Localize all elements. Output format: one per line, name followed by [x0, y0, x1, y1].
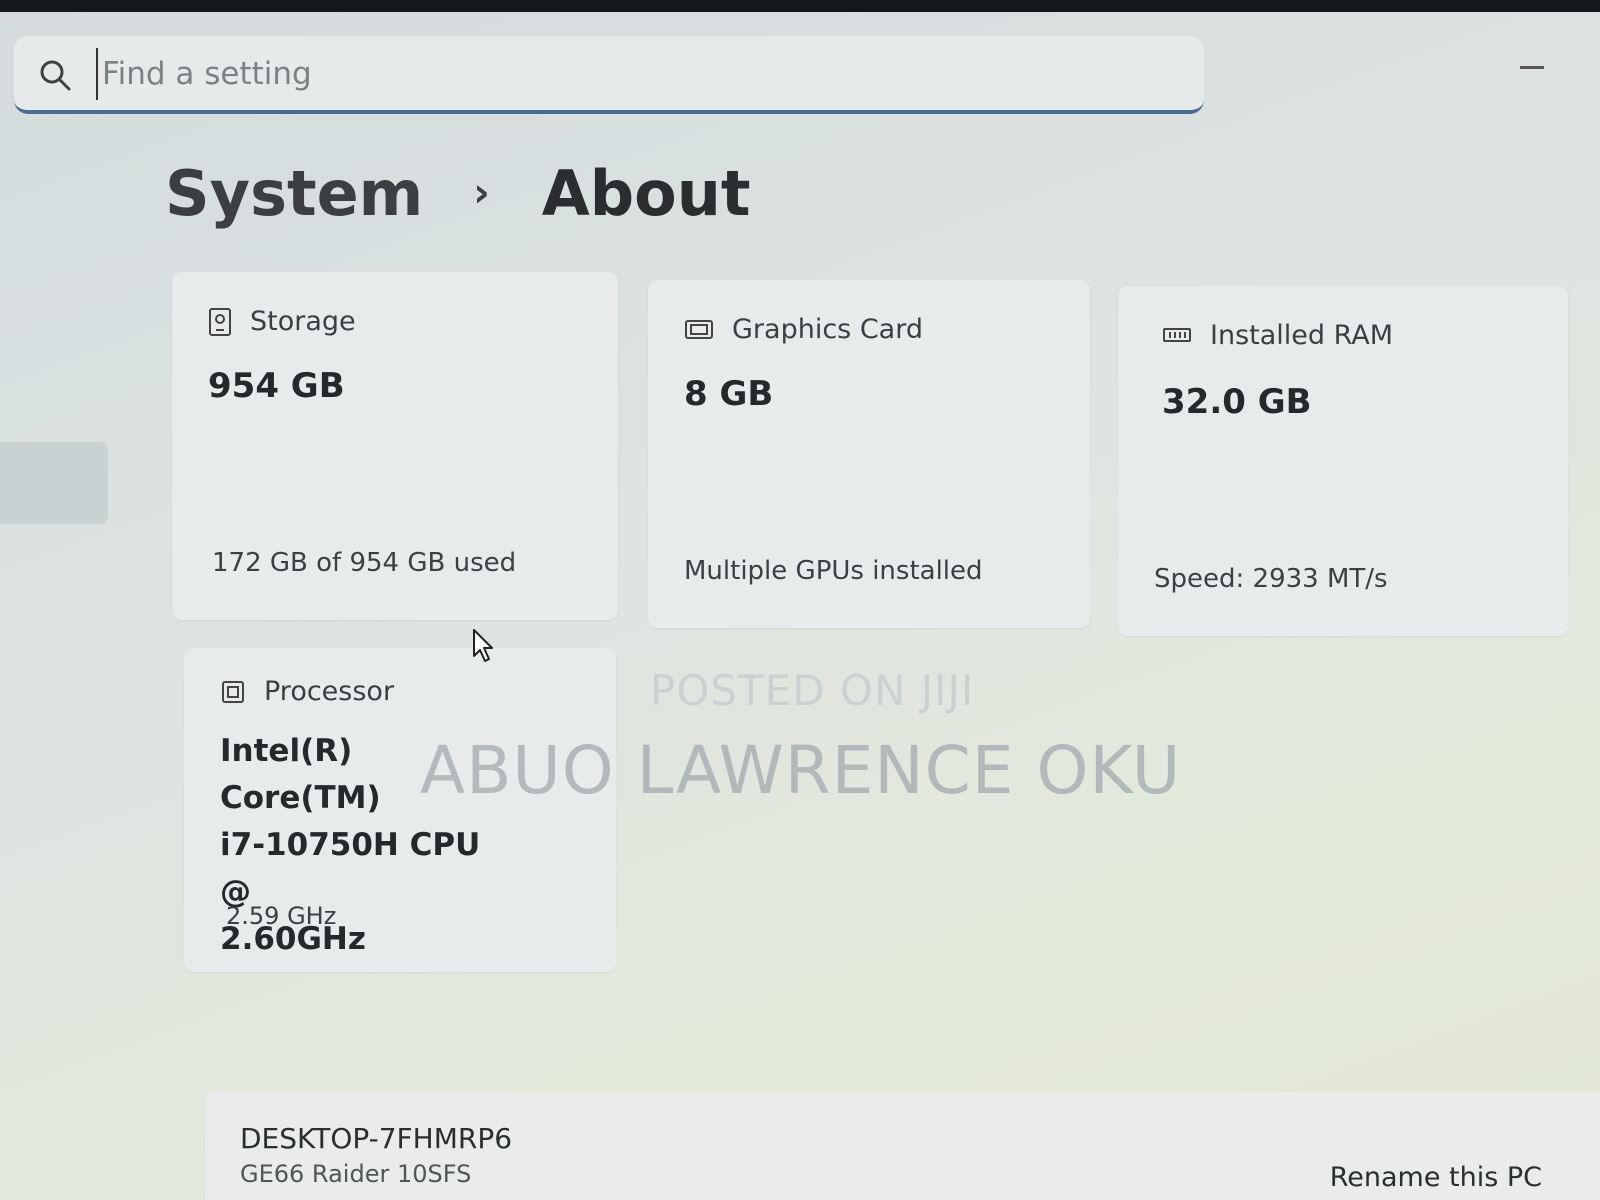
storage-label: Storage	[250, 306, 356, 337]
page-title: About	[541, 156, 751, 230]
processor-speed: 2.59 GHz	[226, 902, 337, 930]
watermark-posted: POSTED ON JIJI	[650, 666, 975, 715]
graphics-detail: Multiple GPUs installed	[684, 556, 983, 586]
storage-icon	[209, 307, 231, 336]
search-input[interactable]	[96, 48, 1184, 100]
device-card: DESKTOP-7FHMRP6 GE66 Raider 10SFS Rename…	[205, 1092, 1600, 1200]
ram-card: Installed RAM 32.0 GB Speed: 2933 MT/s	[1118, 286, 1568, 636]
watermark-name: ABUO LAWRENCE OKU	[420, 732, 1182, 809]
mouse-cursor-icon	[473, 629, 493, 662]
sidebar-selected-item[interactable]	[0, 442, 108, 524]
search-icon	[40, 60, 71, 91]
breadcrumb-system[interactable]: System	[165, 157, 423, 230]
storage-value: 954 GB	[208, 366, 345, 406]
graphics-value: 8 GB	[684, 374, 774, 414]
graphics-card: Graphics Card 8 GB Multiple GPUs install…	[648, 280, 1090, 628]
processor-label: Processor	[264, 676, 395, 707]
ram-label: Installed RAM	[1210, 320, 1394, 351]
processor-card: Processor Intel(R) Core(TM) i7-10750H CP…	[184, 648, 616, 972]
storage-card: Storage 954 GB 172 GB of 954 GB used	[172, 272, 618, 620]
ram-icon	[1163, 327, 1191, 342]
device-model: GE66 Raider 10SFS	[240, 1160, 472, 1188]
storage-usage: 172 GB of 954 GB used	[212, 548, 517, 578]
graphics-label: Graphics Card	[732, 314, 923, 345]
rename-pc-button[interactable]: Rename this PC	[1330, 1162, 1542, 1193]
window-top-edge	[0, 0, 1600, 12]
chevron-right-icon: ›	[473, 170, 490, 216]
ram-speed: Speed: 2933 MT/s	[1154, 564, 1388, 594]
breadcrumb: System › About	[165, 148, 751, 238]
ram-value: 32.0 GB	[1162, 382, 1312, 422]
device-name: DESKTOP-7FHMRP6	[240, 1122, 513, 1155]
processor-icon	[222, 680, 244, 703]
minimize-button[interactable]	[1520, 66, 1544, 69]
search-box[interactable]	[14, 36, 1204, 114]
gpu-icon	[685, 319, 713, 339]
